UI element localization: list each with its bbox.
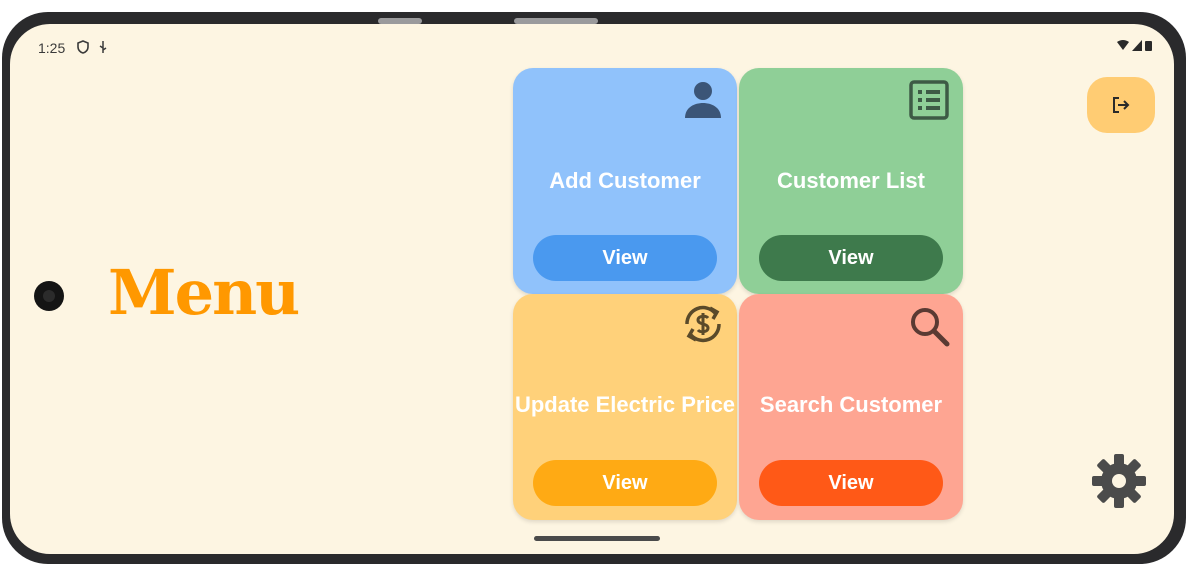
signal-icon	[1132, 40, 1142, 51]
person-icon	[685, 82, 721, 118]
update-electric-price-label: Update Electric Price	[514, 392, 736, 417]
status-time: 1:25	[38, 40, 66, 56]
search-customer-view-button[interactable]: View	[759, 460, 943, 506]
shield-icon	[77, 40, 89, 54]
customer-list-card[interactable]: Customer List View	[739, 68, 963, 294]
page-title: Menu	[108, 256, 300, 329]
status-indicators	[1117, 40, 1152, 51]
battery-icon	[1145, 41, 1152, 51]
logout-button[interactable]	[1087, 77, 1155, 133]
add-customer-view-button[interactable]: View	[533, 235, 717, 281]
front-camera	[34, 281, 64, 311]
wifi-icon	[1117, 40, 1129, 50]
list-icon	[909, 80, 949, 120]
search-customer-card[interactable]: Search Customer View	[739, 294, 963, 520]
usb-icon	[99, 41, 107, 53]
search-customer-label: Search Customer	[759, 392, 943, 417]
app-screen: 1:25 Menu Add Customer View Customer Lis…	[10, 24, 1174, 554]
customer-list-view-button[interactable]: View	[759, 235, 943, 281]
add-customer-card[interactable]: Add Customer View	[513, 68, 737, 294]
update-electric-price-card[interactable]: Update Electric Price View	[513, 294, 737, 520]
home-indicator[interactable]	[534, 536, 660, 541]
add-customer-label: Add Customer	[549, 168, 701, 193]
customer-list-label: Customer List	[777, 168, 925, 193]
update-electric-price-view-button[interactable]: View	[533, 460, 717, 506]
currency-exchange-icon	[685, 305, 721, 343]
search-icon	[911, 308, 950, 347]
gear-icon[interactable]	[1090, 452, 1148, 510]
logout-icon	[1113, 97, 1130, 113]
